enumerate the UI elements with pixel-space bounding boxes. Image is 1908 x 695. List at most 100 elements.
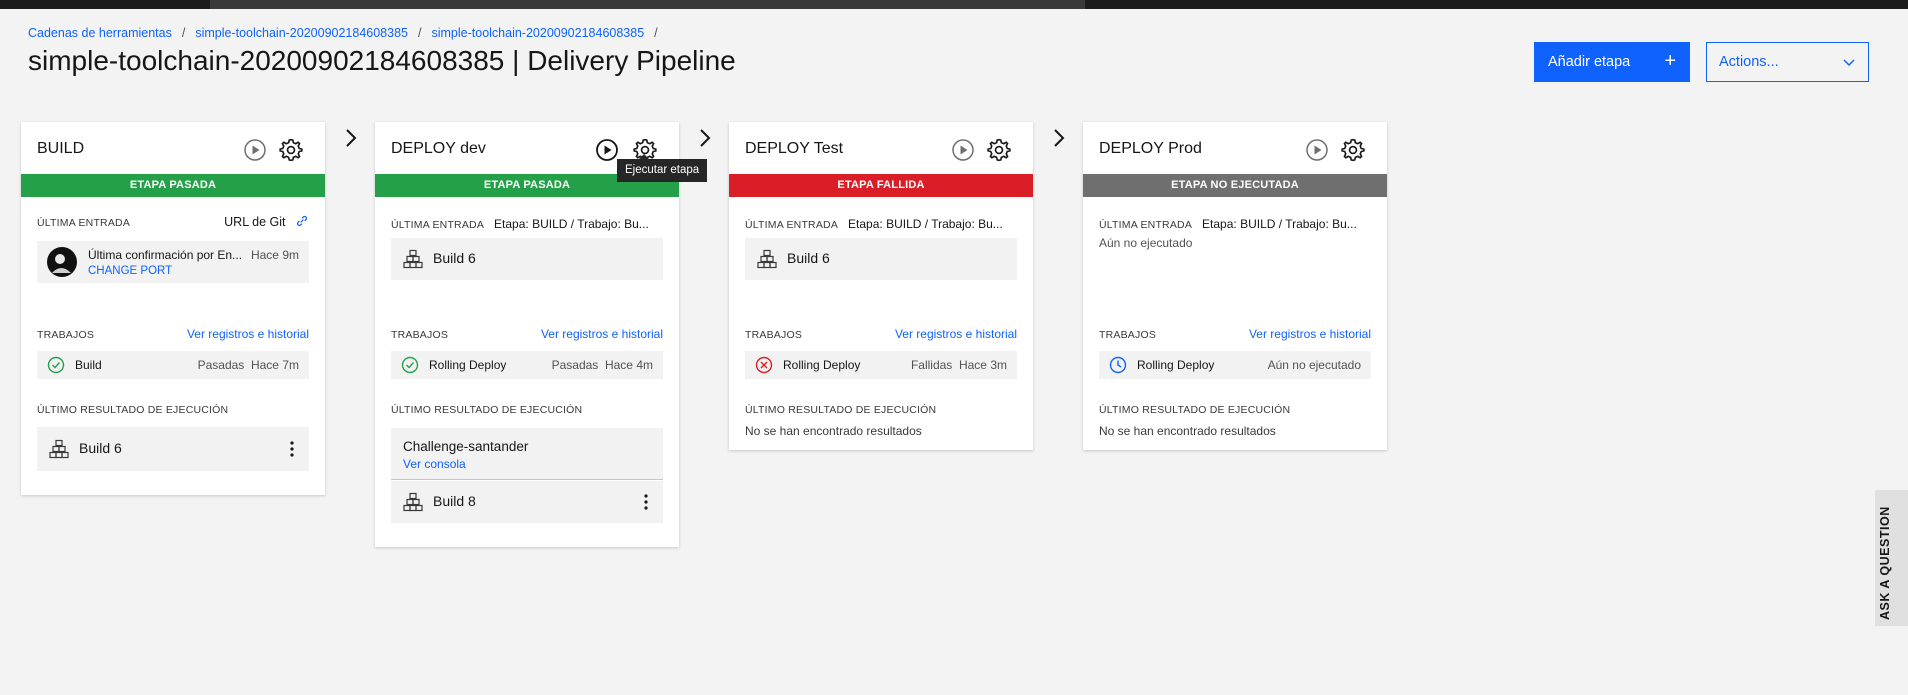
check-circle-icon xyxy=(401,356,419,374)
last-input-section: ÚLTIMA ENTRADA Etapa: BUILD / Trabajo: Bu… xyxy=(729,197,1033,323)
run-stage-icon[interactable] xyxy=(243,138,267,162)
build-label: Build 6 xyxy=(433,250,476,266)
status-banner: ETAPA FALLIDA xyxy=(729,174,1033,197)
job-row[interactable]: Build Pasadas Hace 7m xyxy=(37,351,309,379)
input-build-box[interactable]: Build 6 xyxy=(391,238,663,280)
input-build-box[interactable]: Build 6 xyxy=(745,238,1017,280)
logs-history-link[interactable]: Ver registros e historial xyxy=(187,327,309,341)
jobs-section: TRABAJOS Ver registros e historial Build… xyxy=(21,323,325,397)
tooltip-caret xyxy=(639,154,649,159)
tooltip-text: Ejecutar etapa xyxy=(625,164,700,176)
link-icon xyxy=(296,215,308,227)
job-row[interactable]: Rolling Deploy Aún no ejecutado xyxy=(1099,351,1371,379)
breadcrumb: Cadenas de herramientas / simple-toolcha… xyxy=(28,26,658,40)
job-name: Build xyxy=(75,358,102,372)
job-time: Hace 4m xyxy=(604,358,653,372)
build-artifact-icon xyxy=(403,492,423,512)
not-run-text: Aún no ejecutado xyxy=(1099,236,1193,250)
logs-history-link[interactable]: Ver registros e historial xyxy=(541,327,663,341)
chevron-right-icon xyxy=(346,129,357,147)
section-label: TRABAJOS xyxy=(745,329,803,341)
section-label: ÚLTIMO RESULTADO DE EJECUCIÓN xyxy=(745,404,937,416)
no-results-text: No se han encontrado resultados xyxy=(1099,424,1276,438)
last-input-section: ÚLTIMA ENTRADA URL de Git Última confirm… xyxy=(21,197,325,323)
browser-tab-strip xyxy=(210,0,1085,9)
stage-card-deploy-prod: DEPLOY Prod ETAPA NO EJECUTADA ÚLTIMA EN… xyxy=(1083,122,1387,450)
gear-icon[interactable] xyxy=(1340,137,1366,163)
job-result: Fallidas xyxy=(910,358,953,372)
overflow-menu-icon[interactable] xyxy=(289,440,295,458)
run-stage-icon[interactable] xyxy=(1305,138,1329,162)
job-time: Hace 3m xyxy=(958,358,1007,372)
gear-icon[interactable] xyxy=(986,137,1012,163)
chevron-right-icon xyxy=(1054,129,1065,147)
jobs-section: TRABAJOS Ver registros e historial Rolli… xyxy=(1083,323,1387,397)
build-artifact-icon xyxy=(49,439,69,459)
actions-dropdown[interactable]: Actions... xyxy=(1706,42,1869,82)
breadcrumb-separator: / xyxy=(181,26,186,40)
breadcrumb-pipeline[interactable]: simple-toolchain-20200902184608385 xyxy=(431,26,644,40)
jobs-section: TRABAJOS Ver registros e historial Rolli… xyxy=(375,323,679,397)
breadcrumb-toolchains[interactable]: Cadenas de herramientas xyxy=(28,26,172,40)
breadcrumb-separator: / xyxy=(418,26,422,40)
section-label: ÚLTIMO RESULTADO DE EJECUCIÓN xyxy=(391,404,583,416)
commit-link[interactable]: CHANGE PORT xyxy=(88,265,172,277)
section-label: ÚLTIMA ENTRADA xyxy=(37,217,131,229)
no-results-text: No se han encontrado resultados xyxy=(745,424,922,438)
commit-time: Hace 9m xyxy=(250,248,299,262)
build-label: Build 8 xyxy=(433,493,476,509)
ask-question-tab[interactable]: ASK A QUESTION xyxy=(1875,490,1908,626)
view-console-link[interactable]: Ver consola xyxy=(403,457,466,471)
git-url-label: URL de Git xyxy=(224,215,286,229)
gear-icon[interactable] xyxy=(278,137,304,163)
check-circle-icon xyxy=(47,356,65,374)
job-name: Rolling Deploy xyxy=(1137,358,1215,372)
chevron-down-icon xyxy=(1843,59,1855,67)
job-status: Pasadas Hace 4m xyxy=(552,358,653,372)
section-label: ÚLTIMA ENTRADA Etapa: BUILD / Trabajo: Bu… xyxy=(391,217,649,231)
job-status: Aún no ejecutado xyxy=(1267,358,1361,372)
build-label: Build 6 xyxy=(79,440,122,456)
input-stage-meta: Etapa: BUILD / Trabajo: Bu... xyxy=(848,217,1003,231)
job-status: Fallidas Hace 3m xyxy=(911,358,1007,372)
section-label: TRABAJOS xyxy=(37,329,95,341)
section-label-text: ÚLTIMA ENTRADA xyxy=(745,219,839,231)
build-result-row[interactable]: Build 6 xyxy=(37,427,309,471)
section-label-text: ÚLTIMA ENTRADA xyxy=(1099,219,1193,231)
overflow-menu-icon[interactable] xyxy=(643,493,649,511)
breadcrumb-separator: / xyxy=(654,26,658,40)
last-result-section: ÚLTIMO RESULTADO DE EJECUCIÓN No se han … xyxy=(729,397,1033,450)
page-title: simple-toolchain-20200902184608385 | Del… xyxy=(28,45,736,76)
breadcrumb-toolchain[interactable]: simple-toolchain-20200902184608385 xyxy=(195,26,408,40)
stage-card-build: BUILD ETAPA PASADA ÚLTIMA ENTRADA URL de… xyxy=(21,122,325,495)
run-stage-icon[interactable] xyxy=(951,138,975,162)
section-label-text: ÚLTIMA ENTRADA xyxy=(391,219,485,231)
input-stage-meta: Etapa: BUILD / Trabajo: Bu... xyxy=(494,217,649,231)
job-row[interactable]: Rolling Deploy Pasadas Hace 4m xyxy=(391,351,663,379)
error-circle-icon xyxy=(755,356,773,374)
logs-history-link[interactable]: Ver registros e historial xyxy=(1249,327,1371,341)
add-stage-button[interactable]: Añadir etapa + xyxy=(1534,42,1690,82)
last-input-section: ÚLTIMA ENTRADA Etapa: BUILD / Trabajo: Bu… xyxy=(375,197,679,323)
stage-title: DEPLOY Test xyxy=(745,140,844,157)
stage-title: DEPLOY dev xyxy=(391,140,486,157)
logs-history-link[interactable]: Ver registros e historial xyxy=(895,327,1017,341)
app-result-box: Challenge-santander Ver consola xyxy=(391,428,663,480)
section-label: ÚLTIMA ENTRADA Etapa: BUILD / Trabajo: Bu… xyxy=(745,217,1003,231)
build-artifact-icon xyxy=(403,249,423,269)
last-result-section: ÚLTIMO RESULTADO DE EJECUCIÓN No se han … xyxy=(1083,397,1387,450)
ask-question-label: ASK A QUESTION xyxy=(1878,506,1892,620)
run-stage-icon[interactable] xyxy=(595,138,619,162)
last-commit-box: Última confirmación por En... Hace 9m CH… xyxy=(37,241,309,283)
git-url-link[interactable]: URL de Git xyxy=(224,214,309,229)
stage-title: BUILD xyxy=(37,140,85,157)
avatar xyxy=(47,247,77,277)
commit-text: Última confirmación por En... xyxy=(88,248,243,262)
clock-icon xyxy=(1109,356,1127,374)
job-status: Pasadas Hace 7m xyxy=(198,358,299,372)
job-name: Rolling Deploy xyxy=(429,358,507,372)
job-row[interactable]: Rolling Deploy Fallidas Hace 3m xyxy=(745,351,1017,379)
status-banner: ETAPA PASADA xyxy=(21,174,325,197)
last-result-section: ÚLTIMO RESULTADO DE EJECUCIÓN Challenge-… xyxy=(375,397,679,547)
build-result-row[interactable]: Build 8 xyxy=(391,481,663,523)
